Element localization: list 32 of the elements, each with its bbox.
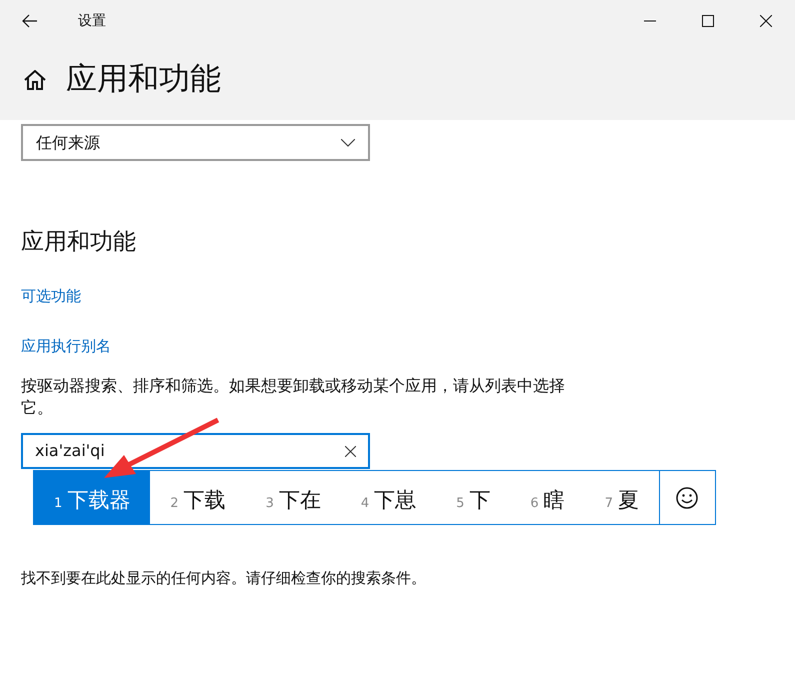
candidate-number: 1 — [54, 495, 62, 513]
candidate-text: 下崽 — [374, 487, 416, 514]
candidate-number: 7 — [604, 495, 613, 513]
link[interactable]: 可选功能 — [21, 285, 81, 307]
clear-icon — [345, 446, 356, 456]
link[interactable]: 应用执行别名 — [21, 335, 111, 357]
back-arrow-icon — [22, 14, 38, 28]
candidate-text: 下 — [469, 487, 490, 514]
source-dropdown[interactable]: 任何来源 — [21, 124, 370, 161]
candidate-number: 2 — [170, 495, 179, 513]
candidate-number: 3 — [266, 495, 274, 513]
minimize-icon — [644, 20, 656, 22]
smiley-icon — [676, 486, 698, 508]
candidate-number: 6 — [530, 495, 539, 513]
maximize-icon — [702, 15, 714, 27]
section-title: 应用和功能 — [21, 228, 137, 257]
candidate-text: 夏 — [618, 487, 639, 514]
empty-message: 找不到要在此处显示的任何内容。请仔细检查你的搜索条件。 — [21, 568, 427, 589]
close-icon — [760, 15, 772, 27]
candidate-number: 5 — [456, 495, 464, 513]
candidate-text: 下载 — [184, 487, 226, 514]
candidate-item[interactable]: 1 下载器 — [34, 471, 150, 524]
candidate-text: 瞎 — [544, 487, 565, 514]
description-text: 按驱动器搜索、排序和筛选。如果想要卸载或移动某个应用，请从列表中选择它。 — [21, 375, 566, 419]
window-title: 设置 — [78, 12, 106, 30]
page-title: 应用和功能 — [66, 64, 221, 95]
candidate-text: 下在 — [278, 487, 321, 514]
chevron-down-icon — [341, 138, 355, 146]
search-field[interactable]: xia'zai'qi — [21, 433, 370, 469]
candidate-number: 4 — [360, 495, 370, 513]
home-icon — [24, 70, 46, 90]
candidate-text: 下载器 — [67, 487, 130, 514]
